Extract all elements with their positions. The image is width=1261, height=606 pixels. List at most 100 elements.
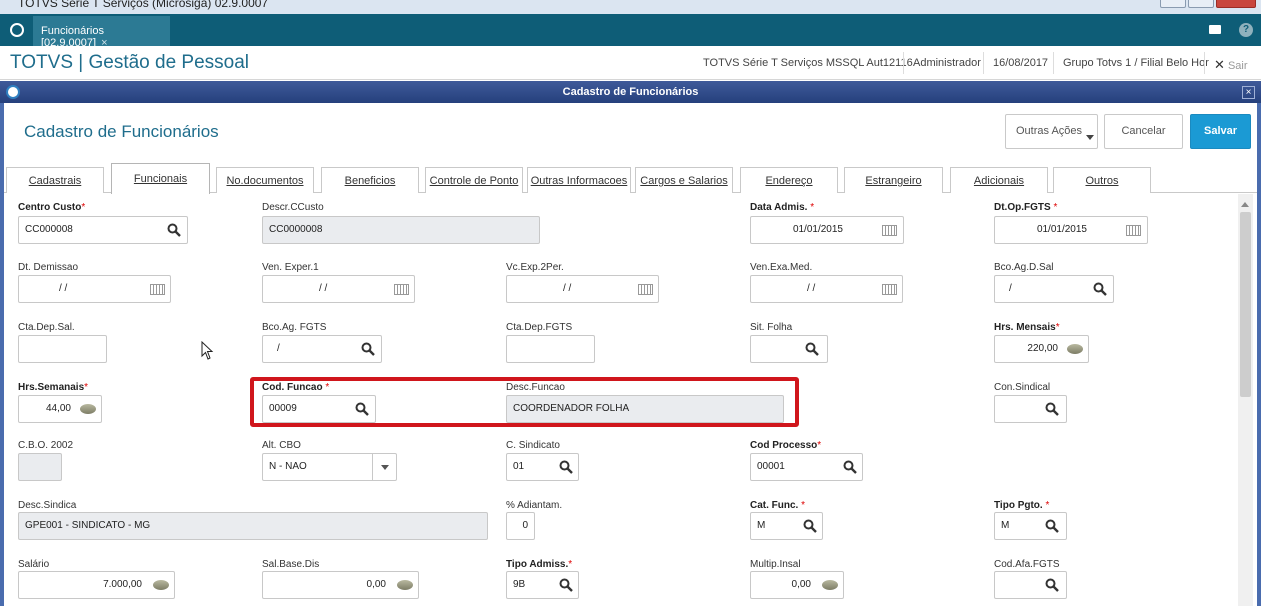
tab-adicionais[interactable]: Adicionais [950,167,1048,193]
money-icon[interactable] [1067,344,1083,354]
dialog-titlebar: Cadastro de Funcionários × [0,81,1261,103]
dt-demissao-input[interactable]: / / [18,275,171,303]
tab-funcionais[interactable]: Funcionais [111,163,210,194]
calendar-icon[interactable] [882,284,897,295]
alt-cbo-select[interactable]: N - NAO [262,453,397,481]
search-icon[interactable] [843,460,857,474]
tipo-pgto-input[interactable]: M [994,512,1067,540]
tab-cargos-e-salarios[interactable]: Cargos e Salarios [635,167,733,193]
totvs-home-icon[interactable] [10,23,24,37]
dt-op-fgts-label: Dt.Op.FGTS * [994,202,1058,213]
cta-dep-sal-label: Cta.Dep.Sal. [18,322,75,333]
app-tabbar: Funcionários [02.9.0007] × ? [0,14,1261,49]
bco-ag-d-sal-label: Bco.Ag.D.Sal [994,262,1054,273]
chevron-down-icon[interactable] [372,454,396,480]
group-info: Grupo Totvs 1 / Filial Belo Hor [1063,57,1209,69]
tipo-admiss-input[interactable]: 9B [506,571,579,599]
calendar-icon[interactable] [1126,225,1141,236]
calendar-icon[interactable] [638,284,653,295]
tab-cadastrais[interactable]: Cadastrais [6,167,104,193]
tab-outros[interactable]: Outros [1053,167,1151,193]
con-sindical-input[interactable] [994,395,1067,423]
scrollbar-thumb[interactable] [1240,212,1251,397]
window-close-button[interactable] [1216,0,1256,8]
search-icon[interactable] [361,342,375,356]
multip-insal-input[interactable]: 0,00 [750,571,844,599]
search-icon[interactable] [1093,282,1107,296]
money-icon[interactable] [397,580,413,590]
divider [1204,52,1205,74]
tab-outras-informacoes[interactable]: Outras Informacoes [527,167,631,193]
logout-label: Sair [1227,60,1248,72]
desc-sindica-input[interactable]: GPE001 - SINDICATO - MG [18,512,488,540]
centro-custo-input[interactable]: CC000008 [18,216,188,244]
data-admis-input[interactable]: 01/01/2015 [750,216,904,244]
minimize-button[interactable] [1160,0,1186,8]
cta-dep-fgts-input[interactable] [506,335,595,363]
tab-controle-de-ponto[interactable]: Controle de Ponto [425,167,523,193]
tab-estrangeiro[interactable]: Estrangeiro [844,167,943,193]
money-icon[interactable] [80,404,96,414]
descr-ccusto-label: Descr.CCusto [262,202,324,213]
calendar-icon[interactable] [882,225,897,236]
calendar-icon[interactable] [394,284,409,295]
hrs-semanais-input[interactable]: 44,00 [18,395,102,423]
tab-endereco[interactable]: Endereço [740,167,838,193]
sit-folha-input[interactable] [750,335,828,363]
mouse-cursor-icon [201,341,214,360]
dialog-close-button[interactable]: × [1242,86,1255,99]
dialog-title: Cadastro de Funcionários [562,86,699,98]
pct-adiantam-input[interactable]: 0 [506,512,535,540]
descr-ccusto-input[interactable]: CC0000008 [262,216,540,244]
ven-exper1-input[interactable]: / / [262,275,415,303]
money-icon[interactable] [822,580,838,590]
tab-beneficios[interactable]: Beneficios [321,167,419,193]
bco-ag-fgts-label: Bco.Ag. FGTS [262,322,327,333]
cat-func-label: Cat. Func. * [750,500,806,511]
maximize-button[interactable] [1188,0,1214,8]
search-icon[interactable] [559,578,573,592]
tipo-admiss-label: Tipo Admiss.* [506,559,573,570]
dt-op-fgts-input[interactable]: 01/01/2015 [994,216,1148,244]
calendar-icon[interactable] [150,284,165,295]
divider [1053,52,1054,74]
search-icon[interactable] [805,342,819,356]
cod-processo-input[interactable]: 00001 [750,453,863,481]
search-icon[interactable] [1045,578,1059,592]
scroll-up-icon[interactable] [1241,198,1249,207]
cat-func-input[interactable]: M [750,512,823,540]
ven-exa-med-input[interactable]: / / [750,275,903,303]
more-actions-button[interactable]: Outras Ações [1005,114,1098,149]
search-icon[interactable] [1045,519,1059,533]
search-icon[interactable] [167,223,181,237]
bco-ag-d-sal-input[interactable]: / [994,275,1114,303]
cod-afa-fgts-input[interactable] [994,571,1067,599]
search-icon[interactable] [803,519,817,533]
tab-funcionarios[interactable]: Funcionários [02.9.0007] × [33,16,170,49]
ven-exa-med-label: Ven.Exa.Med. [750,262,813,273]
money-icon[interactable] [153,580,169,590]
form-tabs: Cadastrais Funcionais No.documentos Bene… [4,163,1257,194]
bco-ag-fgts-input[interactable]: / [262,335,382,363]
save-button[interactable]: Salvar [1190,114,1251,149]
mail-icon[interactable] [1209,25,1221,34]
search-icon[interactable] [1045,402,1059,416]
chevron-down-icon [1086,135,1094,144]
hrs-mensais-input[interactable]: 220,00 [994,335,1089,363]
c-sindicato-label: C. Sindicato [506,440,560,451]
hrs-mensais-label: Hrs. Mensais* [994,322,1060,333]
cancel-button[interactable]: Cancelar [1104,114,1183,149]
logout-button[interactable]: ✕ Sair [1214,57,1248,73]
close-icon: ✕ [1214,57,1225,72]
cbo-2002-input[interactable] [18,453,62,481]
tab-no-documentos[interactable]: No.documentos [216,167,314,193]
cod-afa-fgts-label: Cod.Afa.FGTS [994,559,1060,570]
cta-dep-sal-input[interactable] [18,335,107,363]
vc-exp-2per-input[interactable]: / / [506,275,659,303]
c-sindicato-input[interactable]: 01 [506,453,579,481]
salario-input[interactable]: 7.000,00 [18,571,175,599]
sal-base-dis-input[interactable]: 0,00 [262,571,419,599]
vertical-scrollbar[interactable] [1238,194,1253,606]
help-icon[interactable]: ? [1239,23,1253,37]
search-icon[interactable] [559,460,573,474]
